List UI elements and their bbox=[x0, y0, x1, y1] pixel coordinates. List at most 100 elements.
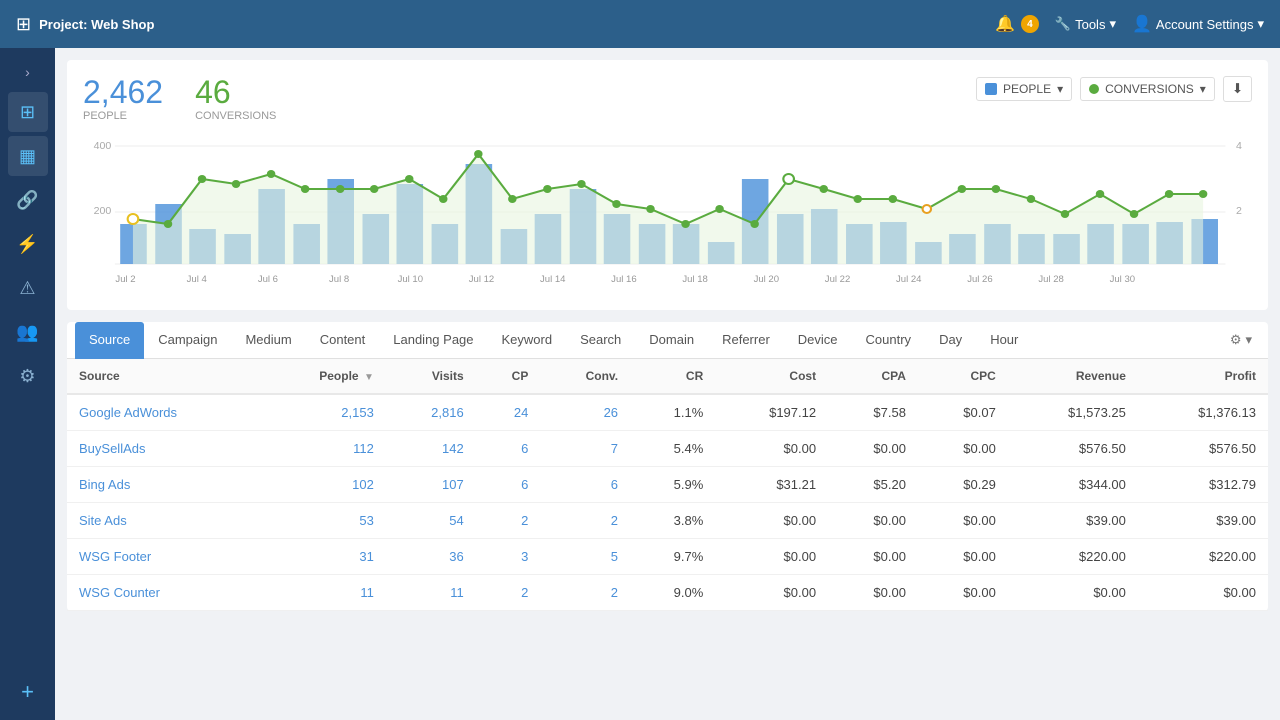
conversions-stat: 46 CONVERSIONS bbox=[195, 76, 276, 122]
table-body: Google AdWords 2,153 2,816 24 26 1.1% $1… bbox=[67, 394, 1268, 611]
people-color-swatch bbox=[985, 83, 997, 95]
notification-area[interactable]: 🔔 4 bbox=[995, 14, 1039, 34]
row-cp-5: 2 bbox=[476, 575, 541, 611]
tab-domain[interactable]: Domain bbox=[635, 322, 708, 359]
conversions-dropdown[interactable]: CONVERSIONS ▾ bbox=[1080, 77, 1215, 101]
tab-device[interactable]: Device bbox=[784, 322, 852, 359]
row-profit-4: $220.00 bbox=[1138, 539, 1268, 575]
row-cp-2: 6 bbox=[476, 467, 541, 503]
people-count: 2,462 bbox=[83, 76, 163, 108]
row-source-3[interactable]: Site Ads bbox=[67, 503, 261, 539]
row-cpa-2: $5.20 bbox=[828, 467, 918, 503]
account-chevron-icon: ▾ bbox=[1257, 16, 1264, 32]
project-title[interactable]: Project: Web Shop bbox=[39, 17, 154, 32]
people-label: PEOPLE bbox=[83, 110, 163, 122]
col-revenue[interactable]: Revenue bbox=[1008, 359, 1138, 394]
col-cpc[interactable]: CPC bbox=[918, 359, 1008, 394]
col-profit[interactable]: Profit bbox=[1138, 359, 1268, 394]
nav-left: ⊞ Project: Web Shop bbox=[16, 14, 154, 35]
svg-text:Jul 2: Jul 2 bbox=[115, 274, 135, 284]
tab-content[interactable]: Content bbox=[306, 322, 380, 359]
svg-text:Jul 18: Jul 18 bbox=[682, 274, 707, 284]
tab-keyword[interactable]: Keyword bbox=[488, 322, 567, 359]
row-cpc-1: $0.00 bbox=[918, 431, 1008, 467]
svg-text:4: 4 bbox=[1236, 141, 1242, 152]
row-source-2[interactable]: Bing Ads bbox=[67, 467, 261, 503]
sidebar-item-links[interactable]: 🔗 bbox=[8, 180, 48, 220]
row-cpc-5: $0.00 bbox=[918, 575, 1008, 611]
svg-text:Jul 4: Jul 4 bbox=[187, 274, 207, 284]
svg-text:Jul 22: Jul 22 bbox=[825, 274, 850, 284]
row-visits-4: 36 bbox=[386, 539, 476, 575]
sidebar-toggle[interactable]: › bbox=[17, 56, 38, 88]
row-cost-0: $197.12 bbox=[715, 394, 828, 431]
svg-text:Jul 10: Jul 10 bbox=[398, 274, 423, 284]
col-source[interactable]: Source bbox=[67, 359, 261, 394]
conversions-color-swatch bbox=[1089, 84, 1099, 94]
col-conv[interactable]: Conv. bbox=[540, 359, 630, 394]
people-stat: 2,462 PEOPLE bbox=[83, 76, 163, 122]
sidebar-item-funnel[interactable]: ⚡ bbox=[8, 224, 48, 264]
svg-text:Jul 28: Jul 28 bbox=[1038, 274, 1063, 284]
chart-card: 2,462 PEOPLE 46 CONVERSIONS PEOPLE ▾ bbox=[67, 60, 1268, 310]
tab-search[interactable]: Search bbox=[566, 322, 635, 359]
row-profit-0: $1,376.13 bbox=[1138, 394, 1268, 431]
svg-text:2: 2 bbox=[1236, 206, 1242, 217]
row-conv-0: 26 bbox=[540, 394, 630, 431]
col-cr[interactable]: CR bbox=[630, 359, 715, 394]
col-people[interactable]: People ▼ bbox=[261, 359, 386, 394]
svg-text:Jul 26: Jul 26 bbox=[967, 274, 992, 284]
tab-referrer[interactable]: Referrer bbox=[708, 322, 784, 359]
tab-landing-page[interactable]: Landing Page bbox=[379, 322, 487, 359]
account-settings-button[interactable]: 👤 Account Settings ▾ bbox=[1132, 14, 1264, 34]
tab-country[interactable]: Country bbox=[852, 322, 926, 359]
row-revenue-1: $576.50 bbox=[1008, 431, 1138, 467]
sidebar-item-analytics[interactable]: ▦ bbox=[8, 136, 48, 176]
row-people-5: 11 bbox=[261, 575, 386, 611]
row-cpc-0: $0.07 bbox=[918, 394, 1008, 431]
conversions-chevron-icon: ▾ bbox=[1200, 82, 1206, 96]
table-settings-button[interactable]: ⚙ ▾ bbox=[1222, 324, 1260, 356]
tab-campaign[interactable]: Campaign bbox=[144, 322, 231, 359]
row-source-1[interactable]: BuySellAds bbox=[67, 431, 261, 467]
conversions-label: CONVERSIONS bbox=[195, 110, 276, 122]
sidebar-item-people[interactable]: 👥 bbox=[8, 312, 48, 352]
row-revenue-5: $0.00 bbox=[1008, 575, 1138, 611]
people-dropdown[interactable]: PEOPLE ▾ bbox=[976, 77, 1072, 101]
row-visits-1: 142 bbox=[386, 431, 476, 467]
row-profit-2: $312.79 bbox=[1138, 467, 1268, 503]
tab-source[interactable]: Source bbox=[75, 322, 144, 359]
sidebar-item-dashboard[interactable]: ⊞ bbox=[8, 92, 48, 132]
row-profit-1: $576.50 bbox=[1138, 431, 1268, 467]
row-cost-1: $0.00 bbox=[715, 431, 828, 467]
row-source-0[interactable]: Google AdWords bbox=[67, 394, 261, 431]
row-cpa-5: $0.00 bbox=[828, 575, 918, 611]
nav-logo-icon: ⊞ bbox=[16, 14, 31, 35]
svg-text:200: 200 bbox=[94, 206, 112, 217]
tab-day[interactable]: Day bbox=[925, 322, 976, 359]
row-cp-4: 3 bbox=[476, 539, 541, 575]
row-cpc-4: $0.00 bbox=[918, 539, 1008, 575]
col-cpa[interactable]: CPA bbox=[828, 359, 918, 394]
col-visits[interactable]: Visits bbox=[386, 359, 476, 394]
row-cr-2: 5.9% bbox=[630, 467, 715, 503]
row-source-4[interactable]: WSG Footer bbox=[67, 539, 261, 575]
tab-hour[interactable]: Hour bbox=[976, 322, 1032, 359]
sidebar-item-add[interactable]: + bbox=[8, 672, 48, 712]
row-conv-4: 5 bbox=[540, 539, 630, 575]
row-people-1: 112 bbox=[261, 431, 386, 467]
row-source-5[interactable]: WSG Counter bbox=[67, 575, 261, 611]
row-visits-3: 54 bbox=[386, 503, 476, 539]
table-row: Site Ads 53 54 2 2 3.8% $0.00 $0.00 $0.0… bbox=[67, 503, 1268, 539]
row-conv-1: 7 bbox=[540, 431, 630, 467]
sidebar-item-alerts[interactable]: ⚠ bbox=[8, 268, 48, 308]
row-cr-0: 1.1% bbox=[630, 394, 715, 431]
tools-button[interactable]: 🔧 Tools ▾ bbox=[1055, 16, 1116, 32]
download-button[interactable]: ⬇ bbox=[1223, 76, 1252, 102]
col-cp[interactable]: CP bbox=[476, 359, 541, 394]
row-cost-4: $0.00 bbox=[715, 539, 828, 575]
col-cost[interactable]: Cost bbox=[715, 359, 828, 394]
people-chevron-icon: ▾ bbox=[1057, 82, 1063, 96]
sidebar-item-settings[interactable]: ⚙ bbox=[8, 356, 48, 396]
tab-medium[interactable]: Medium bbox=[231, 322, 305, 359]
